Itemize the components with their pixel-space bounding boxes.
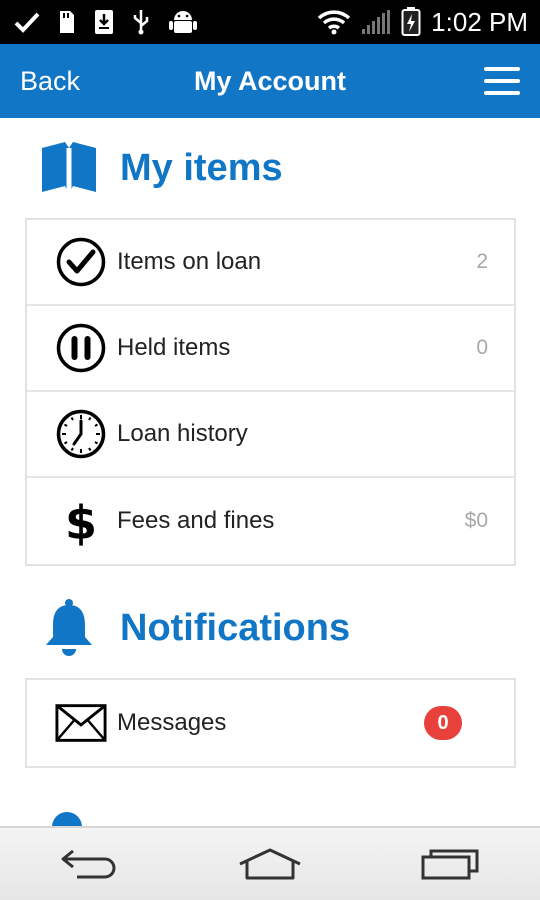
check-icon	[14, 12, 40, 33]
battery-icon	[401, 7, 421, 36]
my-items-title: My items	[120, 146, 283, 189]
recent-apps-icon[interactable]	[410, 834, 490, 894]
notifications-card: Messages 0	[25, 678, 516, 768]
pause-circle-icon	[55, 322, 107, 374]
my-items-card: Items on loan 2 Held items 0 Loan histor…	[25, 218, 516, 566]
fees-and-fines-label: Fees and fines	[117, 507, 275, 534]
notifications-header: Notifications	[0, 578, 540, 678]
items-on-loan-count: 2	[476, 250, 488, 273]
messages-count-badge: 0	[424, 706, 462, 740]
bell-icon	[38, 597, 100, 659]
section-peek-icon	[52, 812, 82, 826]
my-items-header: My items	[0, 118, 540, 218]
back-nav-icon[interactable]	[50, 834, 130, 894]
sd-card-icon	[60, 11, 74, 33]
wifi-icon	[317, 10, 351, 35]
checkmark-circle-icon	[55, 236, 107, 288]
envelope-icon	[55, 697, 107, 749]
messages-label: Messages	[117, 709, 227, 736]
page-title: My Account	[193, 65, 346, 96]
status-time: 1:02 PM	[431, 6, 528, 37]
held-items-label: Held items	[117, 334, 231, 361]
status-bar: 1:02 PM	[0, 0, 540, 44]
dollar-icon: $	[55, 495, 107, 547]
android-icon	[169, 11, 197, 33]
back-button[interactable]: Back	[20, 66, 80, 97]
main-content: My items Items on loan 2 Held items 0 Lo…	[0, 118, 540, 826]
items-on-loan-label: Items on loan	[117, 248, 262, 275]
hamburger-menu-icon[interactable]	[484, 67, 520, 95]
fees-and-fines-amount: $0	[464, 509, 488, 532]
usb-icon	[133, 10, 149, 35]
signal-icon	[362, 10, 391, 34]
svg-text:$: $	[65, 496, 97, 547]
held-items-count: 0	[476, 336, 488, 359]
book-icon	[38, 137, 100, 199]
system-nav-bar	[0, 826, 540, 900]
messages-row[interactable]: Messages 0	[27, 680, 514, 766]
status-system: 1:02 PM	[317, 7, 528, 38]
loan-history-label: Loan history	[117, 420, 248, 447]
status-notifications	[14, 9, 198, 35]
clock-icon	[55, 408, 107, 460]
app-header: Back My Account	[0, 44, 540, 118]
items-on-loan-row[interactable]: Items on loan 2	[27, 220, 514, 306]
download-icon	[95, 10, 113, 34]
held-items-row[interactable]: Held items 0	[27, 306, 514, 392]
fees-and-fines-row[interactable]: $ Fees and fines $0	[27, 478, 514, 564]
loan-history-row[interactable]: Loan history	[27, 392, 514, 478]
home-nav-icon[interactable]	[230, 834, 310, 894]
notifications-title: Notifications	[120, 606, 351, 649]
